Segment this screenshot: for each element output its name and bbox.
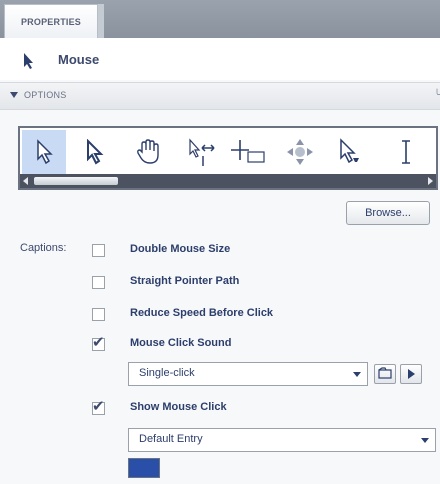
- dropdown-value: Single-click: [139, 367, 195, 379]
- show-click-dropdown[interactable]: Default Entry: [128, 428, 436, 452]
- arrow-busy-pointer-icon: [340, 138, 359, 164]
- click-color-swatch[interactable]: [128, 458, 160, 478]
- mouse-pointer-icon: [24, 53, 33, 69]
- option-label: Mouse Click Sound: [130, 337, 232, 349]
- tab-strip: PROPERTIES: [0, 0, 440, 38]
- options-section-header[interactable]: OPTIONS ╰: [0, 82, 440, 110]
- arrow-outline-pointer-icon: [87, 139, 104, 165]
- pointer-option-crosshair[interactable]: [226, 130, 270, 174]
- chevron-down-icon[interactable]: [353, 372, 361, 377]
- play-sound-button[interactable]: [400, 364, 422, 384]
- arrow-pointer-icon: [37, 139, 53, 165]
- option-label: Reduce Speed Before Click: [130, 307, 274, 319]
- option-label: Straight Pointer Path: [130, 275, 240, 287]
- pointer-option-move[interactable]: [278, 130, 322, 174]
- section-corner: ╰: [433, 90, 440, 101]
- object-name: Mouse: [58, 52, 100, 67]
- pointer-strip: [18, 126, 438, 190]
- resize-cursor-icon: [189, 138, 215, 166]
- move-cursor-icon: [287, 139, 313, 165]
- scroll-right-icon[interactable]: [428, 177, 433, 185]
- checkmark-icon: ✔: [92, 333, 105, 351]
- pointer-option-busy[interactable]: [326, 130, 370, 174]
- option-label: Show Mouse Click: [130, 401, 227, 413]
- pointer-option-arrow-outline[interactable]: [72, 130, 116, 174]
- checkmark-icon: ✔: [92, 397, 105, 415]
- pointer-option-ibeam[interactable]: [384, 130, 428, 174]
- pointer-option-arrow[interactable]: [22, 130, 66, 174]
- captions-label: Captions:: [20, 242, 67, 254]
- pointer-option-resize[interactable]: [180, 130, 224, 174]
- checkbox[interactable]: [92, 244, 105, 257]
- checkbox-checked[interactable]: ✔: [92, 397, 105, 415]
- pointer-option-hand[interactable]: [126, 130, 170, 174]
- checkbox-checked[interactable]: ✔: [92, 333, 105, 351]
- object-header: Mouse: [0, 38, 440, 80]
- crosshair-cursor-icon: [231, 140, 265, 163]
- play-icon: [408, 369, 415, 379]
- options-label: OPTIONS: [24, 90, 67, 100]
- tab-divider: [98, 4, 104, 38]
- tab-properties[interactable]: PROPERTIES: [4, 4, 98, 38]
- text-ibeam-cursor-icon: [402, 140, 410, 164]
- properties-panel: PROPERTIES Mouse OPTIONS ╰ Browse... Cap…: [0, 0, 440, 484]
- scroll-left-icon[interactable]: [23, 177, 28, 185]
- folder-icon: [378, 367, 392, 379]
- pointer-scrollbar[interactable]: [20, 174, 436, 188]
- hand-pointer-icon: [137, 139, 159, 164]
- option-label: Double Mouse Size: [130, 243, 231, 255]
- checkbox[interactable]: [92, 308, 105, 321]
- dropdown-value: Default Entry: [139, 433, 203, 445]
- browse-button[interactable]: Browse...: [346, 201, 430, 225]
- sound-browse-button[interactable]: [374, 364, 396, 384]
- checkbox[interactable]: [92, 276, 105, 289]
- collapse-triangle-icon[interactable]: [10, 92, 18, 98]
- chevron-down-icon[interactable]: [421, 438, 429, 443]
- scroll-thumb[interactable]: [34, 177, 118, 185]
- click-sound-dropdown[interactable]: Single-click: [128, 362, 368, 386]
